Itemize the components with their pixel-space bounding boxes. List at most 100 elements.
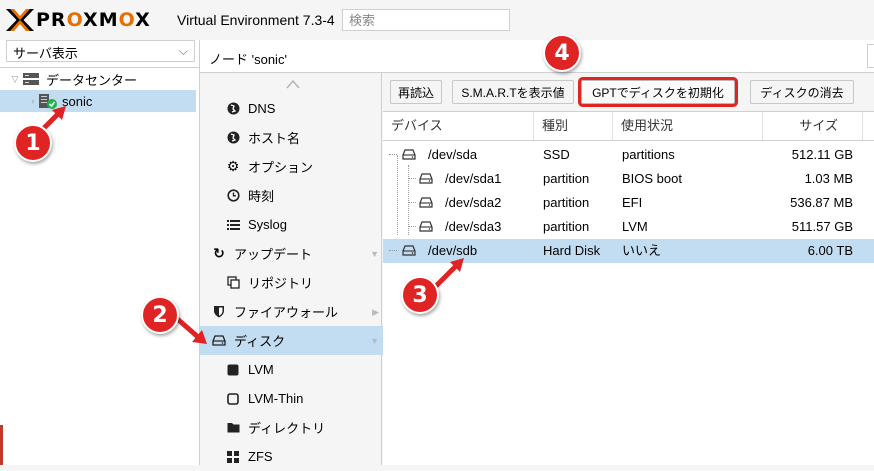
hdd-icon [419, 196, 433, 211]
top-header: PROXMOX Virtual Environment 7.3-4 [0, 0, 874, 40]
expand-toggle-icon[interactable]: ▽ [10, 74, 20, 85]
hdd-icon [419, 172, 433, 187]
annotation-badge-2: 2 [141, 296, 179, 334]
cell-size: 536.87 MB [790, 195, 853, 210]
column-header-type[interactable]: 種別 [534, 112, 613, 140]
view-select[interactable]: サーバ表示 ⌵ [6, 40, 195, 62]
cell-size: 511.57 GB [791, 219, 853, 234]
collapse-triangle-icon[interactable]: ▼ [370, 249, 379, 259]
collapse-triangle-icon[interactable]: ▼ [370, 336, 379, 346]
column-header-size[interactable]: サイズ [763, 112, 863, 140]
product-version: Virtual Environment 7.3-4 [177, 12, 335, 28]
grid-icon [226, 450, 240, 464]
cell-type: partition [543, 171, 590, 186]
menu-item-repositories[interactable]: リポジトリ [200, 268, 407, 297]
annotation-badge-1: 1 [14, 124, 52, 162]
menu-item-disks[interactable]: ディスク ▼ [200, 326, 393, 355]
globe-icon [226, 131, 240, 145]
table-row-sda[interactable]: /dev/sda SSD partitions 512.11 GB [383, 143, 874, 167]
cell-size: 6.00 TB [807, 243, 853, 258]
hdd-icon [402, 148, 416, 163]
menu-item-label: ホスト名 [248, 131, 301, 146]
cell-size: 1.03 MB [804, 171, 853, 186]
menu-item-label: 時刻 [248, 189, 275, 204]
cell-usage: partitions [622, 147, 675, 162]
tree-item-label: データセンター [46, 72, 138, 88]
menu-item-label: ファイアウォール [234, 305, 339, 320]
table-row-sda2[interactable]: /dev/sda2 partition EFI 536.87 MB [383, 191, 874, 215]
initialize-gpt-button[interactable]: GPTでディスクを初期化 [581, 80, 735, 104]
globe-icon [226, 102, 240, 116]
proxmox-x-icon [6, 9, 34, 31]
gear-icon: ⚙ [226, 158, 240, 174]
table-row-sda1[interactable]: /dev/sda1 partition BIOS boot 1.03 MB [383, 167, 874, 191]
menu-item-zfs[interactable]: ZFS [200, 442, 407, 471]
menu-item-options[interactable]: ⚙ オプション [200, 152, 407, 181]
menu-item-label: アップデート [234, 247, 313, 262]
refresh-icon: ↻ [213, 245, 225, 261]
brand-name: PROXMOX [36, 9, 151, 31]
column-header-usage[interactable]: 使用状況 [613, 112, 763, 140]
cell-type: SSD [543, 147, 570, 162]
menu-item-label: ディレクトリ [248, 421, 326, 436]
tree-line [389, 250, 397, 251]
menu-item-label: Syslog [248, 217, 288, 232]
cell-device: /dev/sda [428, 147, 478, 162]
wipe-disk-button[interactable]: ディスクの消去 [750, 80, 854, 104]
cell-type: partition [543, 219, 590, 234]
scroll-up-icon[interactable] [285, 78, 301, 90]
menu-item-lvm-thin[interactable]: LVM-Thin [200, 384, 407, 413]
menu-item-label: オプション [248, 160, 314, 175]
clock-icon [226, 189, 240, 203]
menu-item-dns[interactable]: DNS [200, 94, 407, 123]
menu-item-updates[interactable]: ↻ アップデート ▼ [200, 239, 393, 268]
cell-usage: いいえ [622, 243, 662, 258]
menu-item-time[interactable]: 時刻 [200, 181, 407, 210]
hdd-icon [419, 220, 433, 235]
menu-item-label: ZFS [248, 449, 273, 464]
tree-item-datacenter[interactable]: ▽ データセンター [0, 68, 196, 90]
grid-header: デバイス 種別 使用状況 サイズ [383, 112, 874, 141]
cell-type: partition [543, 195, 590, 210]
menu-item-directory[interactable]: ディレクトリ [200, 413, 407, 442]
node-menu: DNS ホスト名 ⚙ オプション 時刻 Syslog ↻ アップデート ▼ リポ… [200, 73, 393, 465]
hdd-icon [402, 244, 416, 259]
chevron-down-icon: ⌵ [178, 44, 188, 58]
search-input[interactable] [342, 9, 510, 31]
cell-usage: BIOS boot [622, 171, 682, 186]
node-header: ノード 'sonic' [200, 40, 874, 73]
menu-item-label: LVM [248, 362, 274, 377]
square-icon [226, 363, 240, 377]
view-select-value: サーバ表示 [13, 46, 78, 61]
square-outline-icon [226, 392, 240, 406]
hdd-icon [212, 334, 226, 348]
menu-item-label: DNS [248, 101, 276, 116]
menu-item-firewall[interactable]: ファイアウォール ▶ [200, 297, 393, 326]
proxmox-logo[interactable]: PROXMOX [6, 8, 151, 32]
shield-icon [212, 305, 226, 319]
menu-item-label: LVM-Thin [248, 391, 304, 406]
folder-icon [226, 421, 240, 435]
datacenter-icon [23, 73, 39, 85]
expand-triangle-icon[interactable]: ▶ [372, 307, 379, 318]
cell-device: /dev/sda3 [445, 219, 502, 234]
cell-size: 512.11 GB [791, 147, 853, 162]
table-row-sda3[interactable]: /dev/sda3 partition LVM 511.57 GB [383, 215, 874, 239]
column-header-device[interactable]: デバイス [383, 112, 534, 140]
menu-item-lvm[interactable]: LVM [200, 355, 407, 384]
cell-usage: LVM [622, 219, 648, 234]
header-button-edge[interactable] [867, 44, 874, 68]
menu-item-label: ディスク [234, 334, 286, 349]
decorative-strip [0, 425, 3, 465]
cell-type: Hard Disk [543, 243, 601, 258]
list-icon [226, 218, 240, 232]
disks-toolbar: 再読込 S.M.A.R.Tを表示値 GPTでディスクを初期化 ディスクの消去 [383, 73, 874, 112]
node-title: ノード 'sonic' [209, 52, 287, 67]
annotation-badge-3: 3 [401, 276, 439, 314]
copy-icon [226, 276, 240, 290]
menu-item-syslog[interactable]: Syslog [200, 210, 407, 239]
menu-item-hostname[interactable]: ホスト名 [200, 123, 407, 152]
cell-device: /dev/sda2 [445, 195, 502, 210]
show-smart-button[interactable]: S.M.A.R.Tを表示値 [452, 80, 574, 104]
reload-button[interactable]: 再読込 [390, 80, 442, 104]
